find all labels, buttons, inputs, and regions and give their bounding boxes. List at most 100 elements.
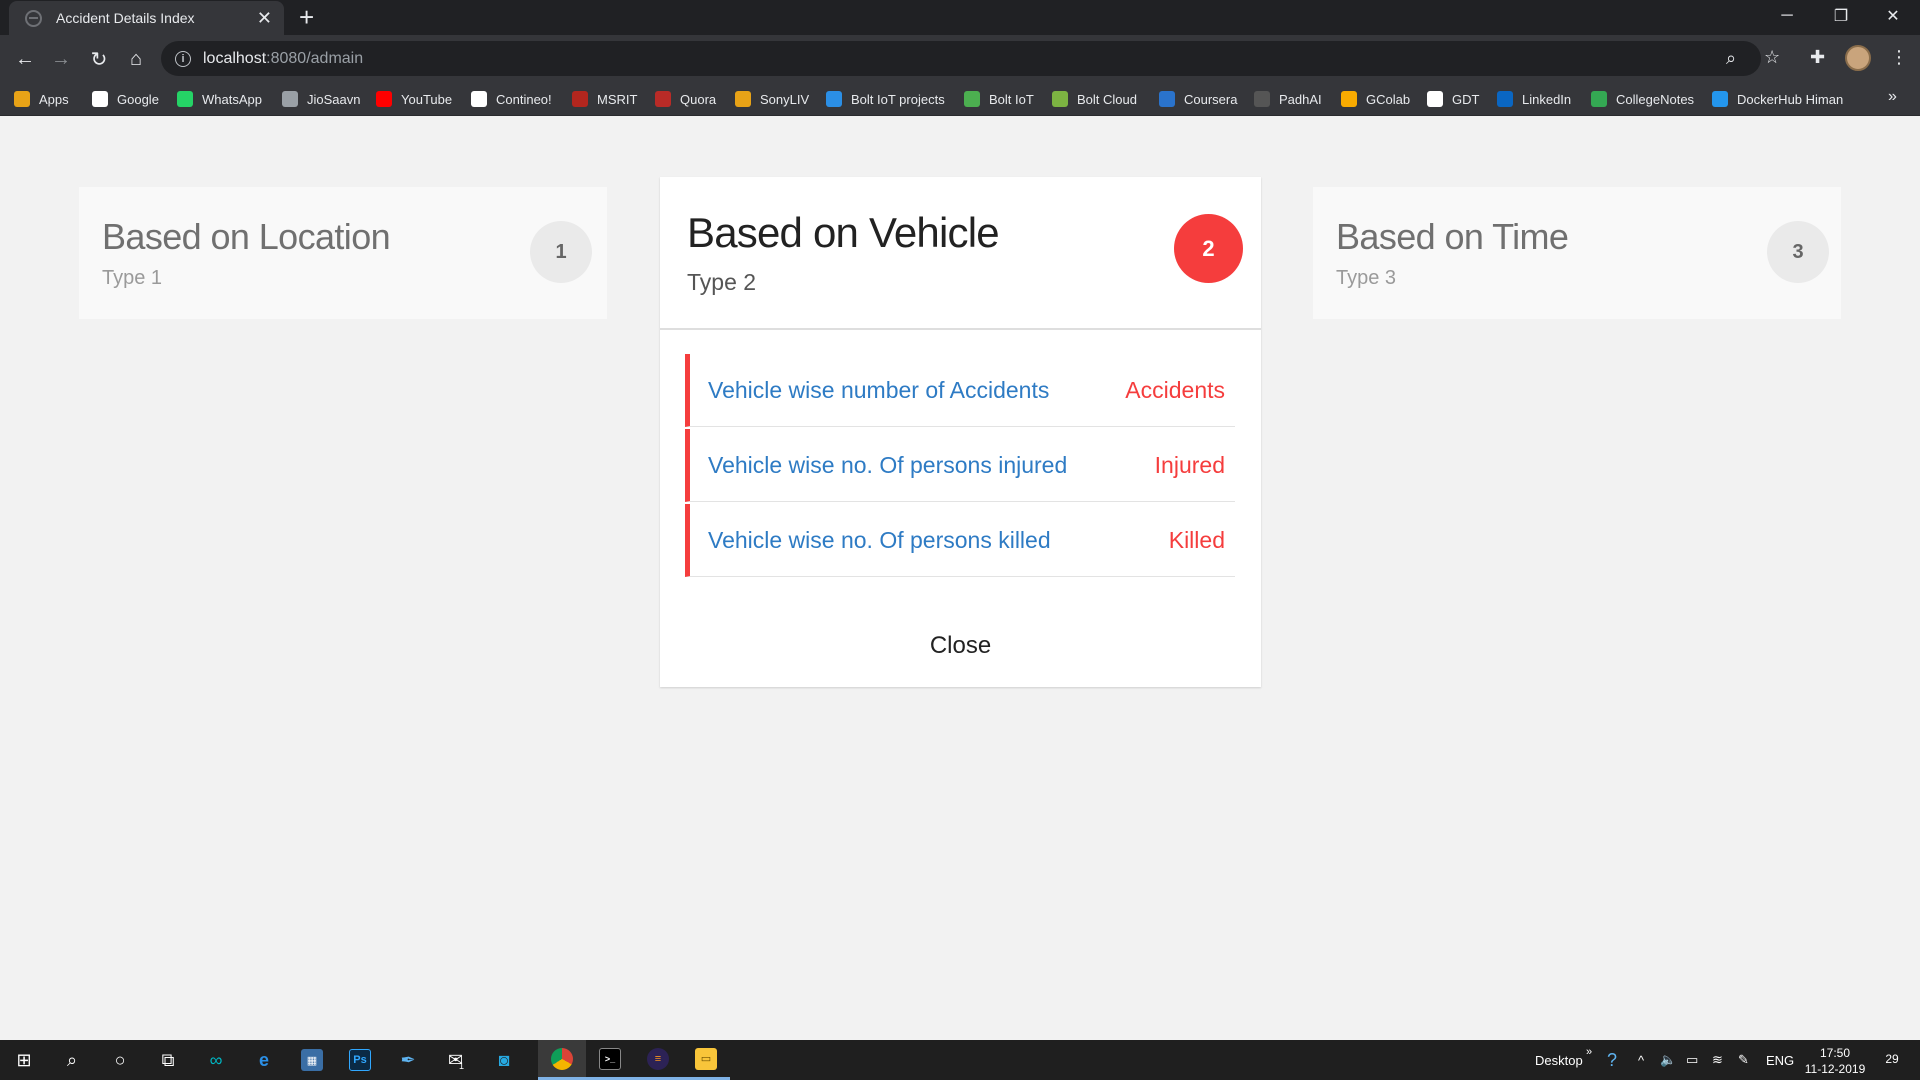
eclipse-icon[interactable]: ≡ bbox=[634, 1040, 682, 1080]
bookmark-label: Google bbox=[117, 91, 159, 107]
bookmark-collegenotes[interactable]: CollegeNotes bbox=[1591, 82, 1694, 116]
bolt-iot-icon bbox=[964, 91, 980, 107]
back-icon[interactable]: ← bbox=[10, 44, 40, 74]
cortana-icon[interactable]: ○ bbox=[96, 1040, 144, 1080]
bolt-projects-icon bbox=[826, 91, 842, 107]
bookmark-bolt-cloud[interactable]: Bolt Cloud bbox=[1052, 82, 1137, 116]
edge-icon[interactable]: e bbox=[240, 1040, 288, 1080]
bookmark-label: Coursera bbox=[1184, 91, 1238, 107]
bookmark-msrit[interactable]: MSRIT bbox=[572, 82, 637, 116]
more-bookmarks-icon[interactable]: » bbox=[1888, 88, 1897, 106]
bookmark-contineo[interactable]: Contineo! bbox=[471, 82, 552, 116]
bookmark-youtube[interactable]: YouTube bbox=[376, 82, 452, 116]
report-link[interactable]: Vehicle wise no. Of persons killed bbox=[708, 527, 1051, 554]
report-link[interactable]: Vehicle wise number of Accidents bbox=[708, 377, 1049, 404]
quora-icon bbox=[655, 91, 671, 107]
skype-icon[interactable]: ◙ bbox=[480, 1040, 528, 1080]
padhai-icon bbox=[1254, 91, 1270, 107]
restore-icon[interactable]: ❐ bbox=[1814, 0, 1868, 32]
bookmark-gcolab[interactable]: GColab bbox=[1341, 82, 1410, 116]
list-item[interactable]: Vehicle wise no. Of persons killed Kille… bbox=[685, 504, 1235, 577]
menu-kebab-icon[interactable]: ⋮ bbox=[1890, 47, 1908, 68]
store-glyph: ▦ bbox=[301, 1049, 323, 1071]
action-center-icon[interactable]: 29 bbox=[1880, 1048, 1904, 1070]
show-hidden-icons[interactable]: ^ bbox=[1638, 1040, 1644, 1080]
bookmark-dockerhub-himan[interactable]: DockerHub Himan bbox=[1712, 82, 1843, 116]
chrome-icon[interactable] bbox=[538, 1040, 586, 1080]
bookmark-padhai[interactable]: PadhAI bbox=[1254, 82, 1322, 116]
report-tag: Killed bbox=[1168, 526, 1225, 553]
windows-start-icon[interactable]: ⊞ bbox=[0, 1040, 48, 1080]
bookmark-bolt-iot-projects[interactable]: Bolt IoT projects bbox=[826, 82, 945, 116]
bookmark-label: Apps bbox=[39, 91, 69, 107]
gdt-icon bbox=[1427, 91, 1443, 107]
bookmark-jiosaavn[interactable]: JioSaavn bbox=[282, 82, 360, 116]
site-info-icon[interactable]: i bbox=[175, 50, 191, 67]
report-tag: Accidents bbox=[1125, 376, 1225, 403]
language-indicator[interactable]: ENG bbox=[1766, 1040, 1794, 1080]
bookmark-label: YouTube bbox=[401, 91, 453, 107]
bookmark-whatsapp[interactable]: WhatsApp bbox=[177, 82, 262, 116]
card-location[interactable]: Based on Location Type 1 1 bbox=[79, 187, 607, 319]
zoom-icon[interactable]: ⌕ bbox=[1726, 41, 1736, 76]
card-time[interactable]: Based on Time Type 3 3 bbox=[1313, 187, 1841, 319]
report-link[interactable]: Vehicle wise no. Of persons injured bbox=[708, 452, 1067, 479]
tab-close-icon[interactable]: ✕ bbox=[257, 9, 272, 27]
bookmark-label: CollegeNotes bbox=[1616, 91, 1695, 107]
forward-icon[interactable]: → bbox=[46, 44, 76, 74]
gcolab-icon bbox=[1341, 91, 1357, 107]
battery-icon[interactable]: ▭ bbox=[1686, 1040, 1698, 1080]
wifi-icon[interactable]: ≋ bbox=[1712, 1040, 1723, 1080]
list-item[interactable]: Vehicle wise no. Of persons injured Inju… bbox=[685, 429, 1235, 502]
clock[interactable]: 17:50 11-12-2019 bbox=[1795, 1045, 1875, 1077]
bookmark-google[interactable]: Google bbox=[92, 82, 159, 116]
bookmark-star-icon[interactable]: ☆ bbox=[1764, 47, 1780, 68]
volume-icon[interactable]: 🔈 bbox=[1660, 1040, 1676, 1080]
bookmark-linkedin[interactable]: LinkedIn bbox=[1497, 82, 1571, 116]
pen-app-icon[interactable]: ✒ bbox=[384, 1040, 432, 1080]
new-tab-icon[interactable]: + bbox=[299, 3, 314, 31]
url-host: localhost bbox=[203, 49, 267, 67]
contineo-icon bbox=[471, 91, 487, 107]
window-close-icon[interactable]: ✕ bbox=[1866, 0, 1920, 32]
browser-tab[interactable]: Accident Details Index ✕ bbox=[9, 1, 284, 35]
reload-icon[interactable]: ↻ bbox=[84, 44, 114, 74]
arduino-icon[interactable]: ∞ bbox=[192, 1040, 240, 1080]
tab-title: Accident Details Index bbox=[56, 10, 195, 26]
mail-badge: 1 bbox=[459, 1061, 465, 1071]
terminal-icon[interactable]: >_ bbox=[586, 1040, 634, 1080]
youtube-icon bbox=[376, 91, 392, 107]
bookmark-bolt-iot[interactable]: Bolt IoT bbox=[964, 82, 1034, 116]
bookmark-quora[interactable]: Quora bbox=[655, 82, 716, 116]
bookmark-apps[interactable]: Apps bbox=[14, 82, 69, 116]
task-view-icon[interactable]: ⧉ bbox=[144, 1040, 192, 1080]
store-icon[interactable]: ▦ bbox=[288, 1040, 336, 1080]
bookmark-sonyliv[interactable]: SonyLIV bbox=[735, 82, 809, 116]
card-subtitle: Type 3 bbox=[1336, 267, 1397, 289]
list-item[interactable]: Vehicle wise number of Accidents Acciden… bbox=[685, 354, 1235, 427]
report-tag: Injured bbox=[1154, 451, 1225, 478]
ps-glyph: Ps bbox=[349, 1049, 371, 1071]
profile-avatar[interactable] bbox=[1845, 45, 1871, 71]
pen-workspace-icon[interactable]: ✎ bbox=[1738, 1040, 1749, 1080]
bookmark-label: Quora bbox=[680, 91, 717, 107]
address-bar[interactable]: i localhost:8080/admain ⌕ bbox=[161, 41, 1761, 76]
bookmark-gdt[interactable]: GDT bbox=[1427, 82, 1479, 116]
toolbar-expand-icon[interactable]: » bbox=[1586, 1032, 1592, 1072]
mail-icon[interactable]: ✉ 1 bbox=[432, 1040, 480, 1080]
help-icon[interactable]: ? bbox=[1607, 1040, 1617, 1080]
desktop-toolbar-label[interactable]: Desktop bbox=[1535, 1040, 1583, 1080]
search-icon[interactable]: ⌕ bbox=[48, 1040, 96, 1080]
photoshop-icon[interactable]: Ps bbox=[336, 1040, 384, 1080]
extensions-icon[interactable]: ✚ bbox=[1810, 47, 1825, 68]
bookmark-label: MSRIT bbox=[597, 91, 638, 107]
close-button[interactable]: Close bbox=[660, 605, 1261, 687]
whatsapp-icon bbox=[177, 91, 193, 107]
card-header[interactable]: Based on Vehicle Type 2 2 bbox=[660, 177, 1261, 330]
home-icon[interactable]: ⌂ bbox=[121, 44, 151, 74]
bookmark-label: LinkedIn bbox=[1522, 91, 1572, 107]
minimize-icon[interactable]: ─ bbox=[1760, 0, 1814, 32]
sonyliv-icon bbox=[735, 91, 751, 107]
bookmark-coursera[interactable]: Coursera bbox=[1159, 82, 1237, 116]
file-explorer-icon[interactable]: ▭ bbox=[682, 1040, 730, 1080]
